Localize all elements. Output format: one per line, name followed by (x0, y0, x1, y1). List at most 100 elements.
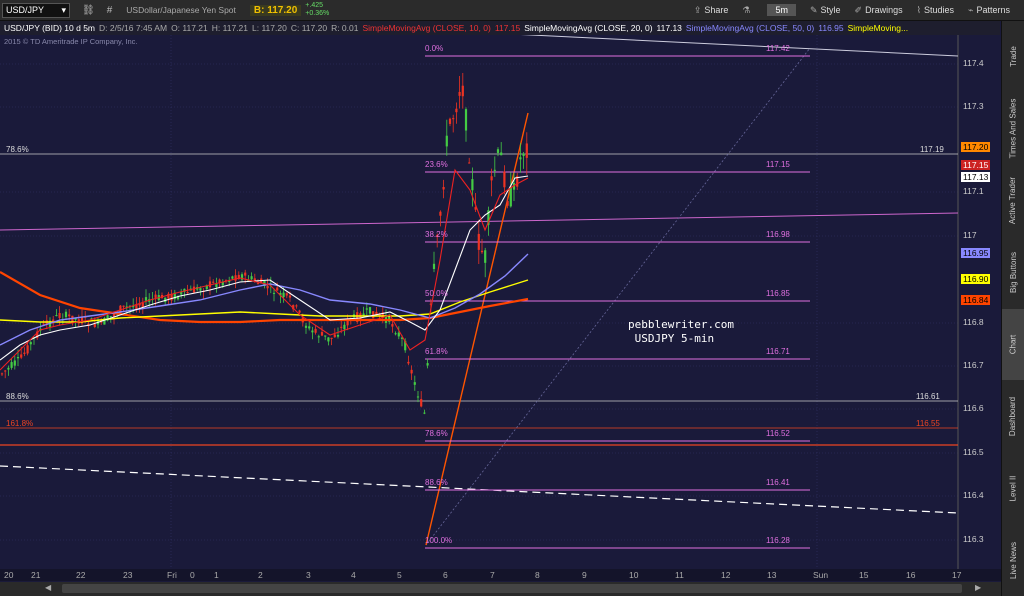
y-tick: 117 (963, 230, 977, 240)
timeframe-button[interactable]: 5m (767, 4, 796, 16)
candle-body (29, 342, 32, 345)
candle-body (500, 152, 503, 156)
price-badge: 117.13 (961, 172, 991, 182)
sma50-value: 116.95 (818, 23, 844, 33)
fib-price-5: 116.52 (766, 429, 790, 438)
symbol-selector[interactable]: USD/JPY ▾ (2, 2, 70, 18)
x-tick: Fri (167, 570, 177, 580)
candle-body (7, 367, 10, 370)
candle-body (20, 354, 23, 358)
y-tick: 116.3 (963, 534, 984, 544)
candle-body (285, 293, 288, 296)
share-button[interactable]: ⇪ Share (694, 5, 729, 16)
patterns-icon: ⌁ (968, 4, 974, 15)
candle-body (109, 316, 112, 318)
candle-body (340, 326, 343, 328)
grid-icon[interactable]: # (107, 5, 113, 16)
candle-body (10, 362, 13, 368)
scroll-thumb[interactable] (62, 584, 962, 593)
candle-body (413, 382, 416, 385)
side-tab-level-ii[interactable]: Level II (1002, 452, 1024, 524)
candle-body (471, 179, 474, 191)
bar-low: L: 117.20 (252, 23, 287, 33)
time-scrollbar[interactable]: ◀ ▶ (0, 582, 1002, 596)
candle-body (493, 169, 496, 171)
candle-body (58, 313, 61, 318)
fib-price-1: 117.15 (766, 160, 790, 169)
candle-body (490, 176, 493, 181)
link-icon[interactable]: ⛓ (82, 5, 95, 16)
bar-range: R: 0.01 (331, 23, 359, 33)
candle-body (256, 283, 260, 285)
candle-body (343, 324, 346, 330)
style-button[interactable]: ✎ Style (810, 5, 841, 16)
share-icon: ⇪ (693, 4, 702, 15)
candle-body (308, 326, 311, 329)
change-pct: +0.36% (305, 10, 330, 17)
side-tabs: Trade Times And Sales Active Trader Big But… (1001, 21, 1024, 596)
flask-button[interactable]: ⚗ (742, 5, 753, 16)
price-badge: 116.95 (961, 248, 991, 258)
candle-body (368, 307, 372, 314)
side-tab-times-and-sales[interactable]: Times And Sales (1002, 93, 1024, 165)
sma50-label: SimpleMovingAvg (CLOSE, 50, 0) (685, 23, 815, 33)
change-abs: +.425 (305, 2, 323, 9)
side-tab-dashboard[interactable]: Dashboard (1002, 380, 1024, 452)
side-tab-trade[interactable]: Trade (1002, 21, 1024, 93)
hline-label-161: 161.8% (6, 419, 34, 428)
candle-body (234, 275, 237, 281)
candle-body (154, 294, 157, 298)
top-toolbar: USD/JPY ▾ ⛓ # USDollar/Japanese Yen Spot… (0, 0, 1024, 21)
side-tab-live-news[interactable]: Live News (1002, 524, 1024, 596)
candle-body (519, 157, 522, 160)
chart-background (0, 21, 1002, 569)
candle-body (477, 233, 480, 250)
candle-body (231, 276, 234, 279)
hline-price-78: 117.19 (920, 145, 944, 154)
studies-button[interactable]: ⌇ Studies (917, 5, 954, 16)
candle-body (503, 171, 506, 188)
candle-body (298, 310, 301, 313)
watermark: pebblewriter.com USDJPY 5-min (628, 318, 734, 345)
fib-price-0: 117.42 (766, 44, 790, 53)
price-badge: 116.90 (961, 274, 991, 284)
candle-body (420, 399, 423, 407)
candle-body (23, 352, 26, 354)
price-chart[interactable] (0, 21, 1002, 569)
drawings-button[interactable]: ✐ Drawings (855, 5, 903, 16)
y-tick: 116.5 (963, 447, 984, 457)
patterns-button[interactable]: ⌁ Patterns (968, 5, 1010, 16)
sma20-value: 117.13 (656, 23, 682, 33)
candle-body (442, 186, 445, 190)
candle-body (330, 337, 333, 339)
side-tab-big-buttons[interactable]: Big Buttons (1002, 237, 1024, 309)
chart-description: USD/JPY (BID) 10 d 5m (4, 23, 96, 33)
sma20-label: SimpleMovingAvg (CLOSE, 20, 0) (524, 23, 653, 33)
candle-body (407, 361, 410, 364)
hline-price-161: 116.55 (916, 419, 940, 428)
fib-pct-3: 50.0% (425, 289, 448, 298)
x-tick: 17 (952, 570, 962, 580)
x-tick: 12 (721, 570, 731, 580)
x-tick: Sun (813, 570, 829, 580)
candle-body (455, 108, 458, 113)
candle-body (4, 370, 7, 372)
x-axis[interactable]: 20 21 22 23 Fri 0 1 2 3 4 5 6 7 8 9 10 11 12 13 Sun 15 16 17 (0, 569, 1002, 581)
studies-icon: ⌇ (916, 4, 922, 15)
side-tab-active-trader[interactable]: Active Trader (1002, 165, 1024, 237)
scroll-left-icon[interactable]: ◀ (45, 583, 51, 592)
side-tab-chart[interactable]: Chart (1002, 308, 1024, 381)
candle-body (452, 118, 455, 120)
sma-more-label: SimpleMoving... (847, 23, 909, 33)
candle-body (250, 276, 253, 280)
candle-body (192, 286, 196, 293)
candle-body (394, 333, 397, 335)
scroll-right-icon[interactable]: ▶ (975, 583, 981, 592)
fib-pct-5: 78.6% (425, 429, 448, 438)
price-badge: 116.84 (961, 295, 991, 305)
y-tick: 116.8 (963, 317, 984, 327)
copyright: 2015 © TD Ameritrade IP Company, Inc. (4, 37, 138, 46)
candle-body (410, 369, 413, 374)
candle-body (416, 396, 420, 398)
fib-price-2: 116.98 (766, 230, 790, 239)
